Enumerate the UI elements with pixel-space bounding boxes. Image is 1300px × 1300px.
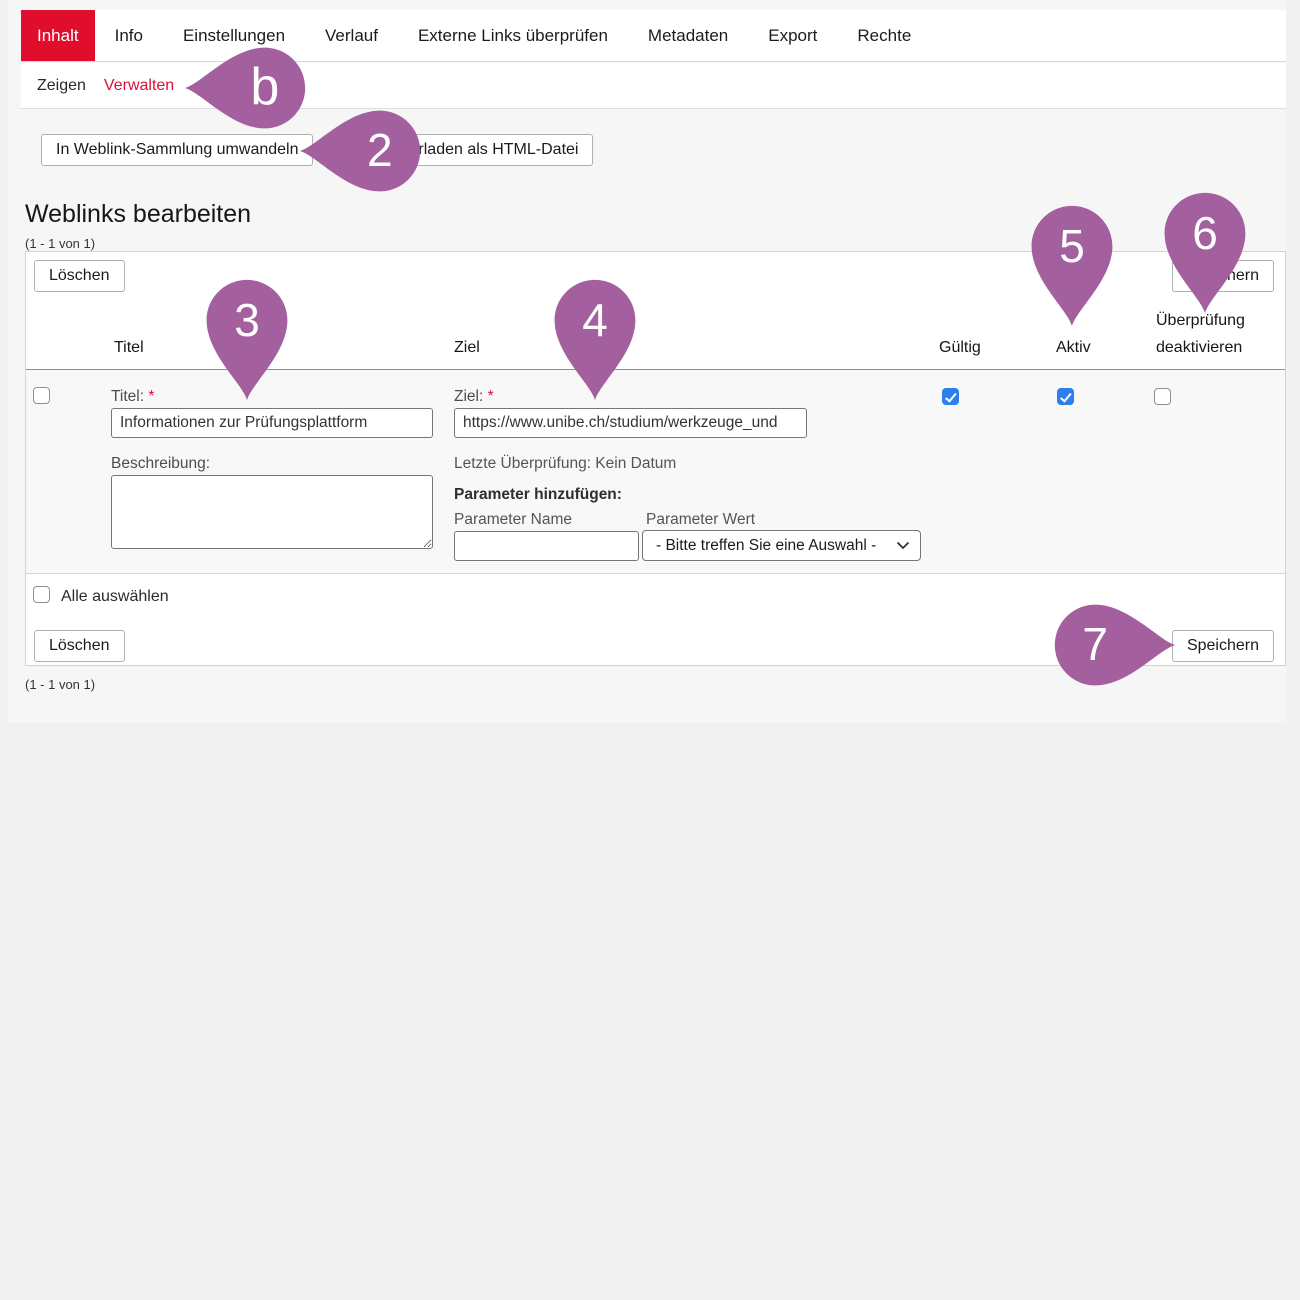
- row-select-checkbox[interactable]: [33, 387, 50, 404]
- titel-required-mark: *: [148, 388, 154, 405]
- select-all-checkbox[interactable]: [33, 586, 50, 603]
- titel-field-label: Titel: *: [111, 388, 154, 406]
- ziel-field-label: Ziel: *: [454, 388, 494, 406]
- subtab-zeigen[interactable]: Zeigen: [28, 77, 95, 95]
- tab-info[interactable]: Info: [95, 10, 163, 61]
- column-header-gueltig: Gültig: [939, 339, 981, 357]
- result-count-bottom: (1 - 1 von 1): [25, 677, 95, 692]
- subtab-verwalten[interactable]: Verwalten: [95, 77, 183, 95]
- column-header-titel: Titel: [114, 339, 144, 357]
- parameter-hinzufuegen-heading: Parameter hinzufügen:: [454, 486, 622, 504]
- parameter-wert-selected-option: - Bitte treffen Sie eine Auswahl -: [656, 537, 876, 555]
- annotation-marker-7: 7: [1053, 599, 1177, 691]
- ziel-input[interactable]: [454, 408, 807, 438]
- parameter-name-input[interactable]: [454, 531, 639, 561]
- tab-inhalt[interactable]: Inhalt: [21, 10, 95, 61]
- column-header-aktiv: Aktiv: [1056, 339, 1091, 357]
- annotation-marker-6: 6: [1159, 191, 1251, 315]
- ziel-label-text: Ziel:: [454, 388, 483, 405]
- pin-left-icon: [298, 105, 422, 197]
- tab-verlauf[interactable]: Verlauf: [305, 10, 398, 61]
- annotation-marker-4: 4: [549, 278, 641, 402]
- titel-label-text: Titel:: [111, 388, 144, 405]
- ueberpruefung-deaktivieren-checkbox[interactable]: [1154, 388, 1171, 405]
- page-title: Weblinks bearbeiten: [25, 200, 251, 229]
- column-header-ziel: Ziel: [454, 339, 480, 357]
- pin-right-icon: [1053, 599, 1177, 691]
- titel-input[interactable]: [111, 408, 433, 438]
- delete-button-top[interactable]: Löschen: [34, 260, 125, 292]
- select-all-label: Alle auswählen: [61, 588, 169, 606]
- parameter-wert-label: Parameter Wert: [646, 511, 755, 529]
- parameter-wert-select[interactable]: - Bitte treffen Sie eine Auswahl -: [642, 530, 921, 561]
- column-header-ueberpruefung-line2: deaktivieren: [1156, 339, 1242, 357]
- annotation-marker-3: 3: [201, 278, 293, 402]
- save-button-bottom[interactable]: Speichern: [1172, 630, 1274, 662]
- convert-to-weblink-collection-button[interactable]: In Weblink-Sammlung umwandeln: [41, 134, 313, 166]
- marker-label-2: 2: [367, 127, 393, 173]
- tab-metadaten[interactable]: Metadaten: [628, 10, 748, 61]
- letzte-ueberpruefung-text: Letzte Überprüfung: Kein Datum: [454, 455, 676, 473]
- parameter-name-label: Parameter Name: [454, 511, 572, 529]
- tab-externe-links-ueberpruefen[interactable]: Externe Links überprüfen: [398, 10, 628, 61]
- tab-rechte[interactable]: Rechte: [837, 10, 931, 61]
- beschreibung-textarea[interactable]: [111, 475, 433, 549]
- marker-label-4: 4: [582, 297, 608, 343]
- annotation-marker-5: 5: [1026, 204, 1118, 328]
- result-count-top: (1 - 1 von 1): [25, 236, 95, 251]
- beschreibung-label: Beschreibung:: [111, 455, 210, 473]
- chevron-down-icon: [896, 541, 910, 550]
- delete-button-bottom[interactable]: Löschen: [34, 630, 125, 662]
- marker-label-5: 5: [1059, 223, 1085, 269]
- marker-label-3: 3: [234, 297, 260, 343]
- marker-label-6: 6: [1192, 210, 1218, 256]
- annotation-marker-b: b: [183, 42, 307, 134]
- marker-label-7: 7: [1082, 621, 1108, 667]
- pin-left-icon: [183, 42, 307, 134]
- ziel-required-mark: *: [488, 388, 494, 405]
- gueltig-checkbox[interactable]: [942, 388, 959, 405]
- annotation-marker-2: 2: [298, 105, 422, 197]
- tab-export[interactable]: Export: [748, 10, 837, 61]
- marker-label-b: b: [250, 61, 279, 113]
- aktiv-checkbox[interactable]: [1057, 388, 1074, 405]
